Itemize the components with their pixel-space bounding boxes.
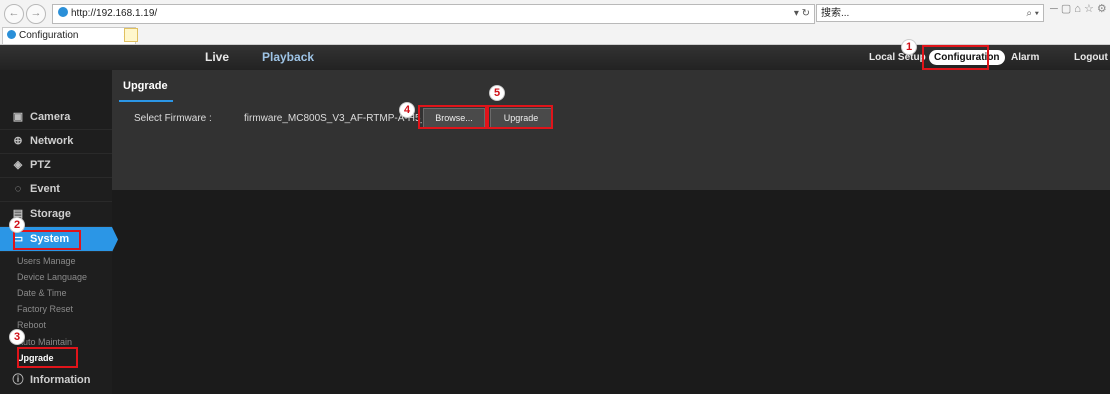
annotation-box-configuration [922, 45, 989, 70]
callout-3: 3 [10, 330, 24, 344]
nav-live[interactable]: Live [205, 45, 229, 70]
event-icon: ◌ [14, 183, 22, 195]
sidebar-item-network[interactable]: ⊕ Network [0, 129, 112, 154]
nav-alarm[interactable]: Alarm [1011, 45, 1039, 70]
network-icon: ⊕ [13, 135, 23, 147]
sidebar-item-label: Event [30, 183, 60, 195]
nav-logout[interactable]: Logout [1074, 45, 1108, 70]
browser-chrome: ← → http://192.168.1.19/ ▾ ↻ 搜索... ⌕ ▾ ─… [0, 0, 1110, 45]
back-button[interactable]: ← [4, 4, 24, 24]
sidebar-item-ptz[interactable]: ◈ PTZ [0, 153, 112, 178]
browser-tab[interactable]: Configuration × [2, 27, 136, 44]
search-icon[interactable]: ⌕ ▾ [1026, 5, 1039, 23]
submenu-date-time[interactable]: Date & Time [17, 285, 67, 301]
sidebar-item-information[interactable]: ⓘ Information [0, 368, 112, 392]
address-bar[interactable]: http://192.168.1.19/ ▾ ↻ [52, 4, 815, 24]
sidebar-item-label: Information [30, 374, 91, 386]
firmware-file-field[interactable]: firmware_MC800S_V3_AF-RTMP-A-H5_V3.3 [244, 113, 422, 124]
callout-2: 2 [10, 218, 24, 232]
annotation-box-upgrade-menu [17, 347, 78, 368]
submenu-factory-reset[interactable]: Factory Reset [17, 301, 73, 317]
sidebar-item-camera[interactable]: ▣ Camera [0, 105, 112, 130]
content-panel [112, 70, 1110, 190]
callout-5: 5 [490, 86, 504, 100]
annotation-box-upgrade [487, 105, 553, 129]
url-text: http://192.168.1.19/ [71, 8, 158, 19]
annotation-box-browse [418, 105, 487, 129]
search-input[interactable]: 搜索... ⌕ ▾ [816, 4, 1044, 22]
callout-1: 1 [902, 40, 916, 54]
sidebar-item-event[interactable]: ◌ Event [0, 177, 112, 202]
annotation-box-system [13, 230, 81, 250]
camera-icon: ▣ [12, 111, 24, 123]
info-icon: ⓘ [12, 374, 24, 386]
submenu-users-manage[interactable]: Users Manage [17, 253, 76, 269]
sidebar-item-label: PTZ [30, 159, 51, 171]
favicon-icon [7, 30, 16, 39]
submenu-device-language[interactable]: Device Language [17, 269, 87, 285]
tab-title: Configuration [19, 30, 79, 41]
tab-underline [119, 100, 173, 102]
sidebar-item-label: Network [30, 135, 74, 147]
ie-icon [58, 7, 68, 17]
sidebar-item-label: Storage [30, 208, 71, 220]
ptz-icon: ◈ [13, 159, 23, 171]
forward-button[interactable]: → [26, 4, 46, 24]
select-firmware-label: Select Firmware : [134, 113, 212, 124]
search-placeholder: 搜索... [821, 8, 850, 19]
callout-4: 4 [400, 103, 414, 117]
sidebar-item-label: Camera [30, 111, 71, 123]
tab-upgrade[interactable]: Upgrade [123, 80, 168, 92]
nav-local-setup[interactable]: Local Setup [869, 45, 926, 70]
window-tools[interactable]: ─ ▢ ⌂ ☆ ⚙ [1050, 2, 1110, 15]
nav-playback[interactable]: Playback [262, 45, 314, 70]
new-tab-button[interactable] [124, 28, 138, 42]
refresh-icon[interactable]: ▾ ↻ [794, 5, 810, 23]
